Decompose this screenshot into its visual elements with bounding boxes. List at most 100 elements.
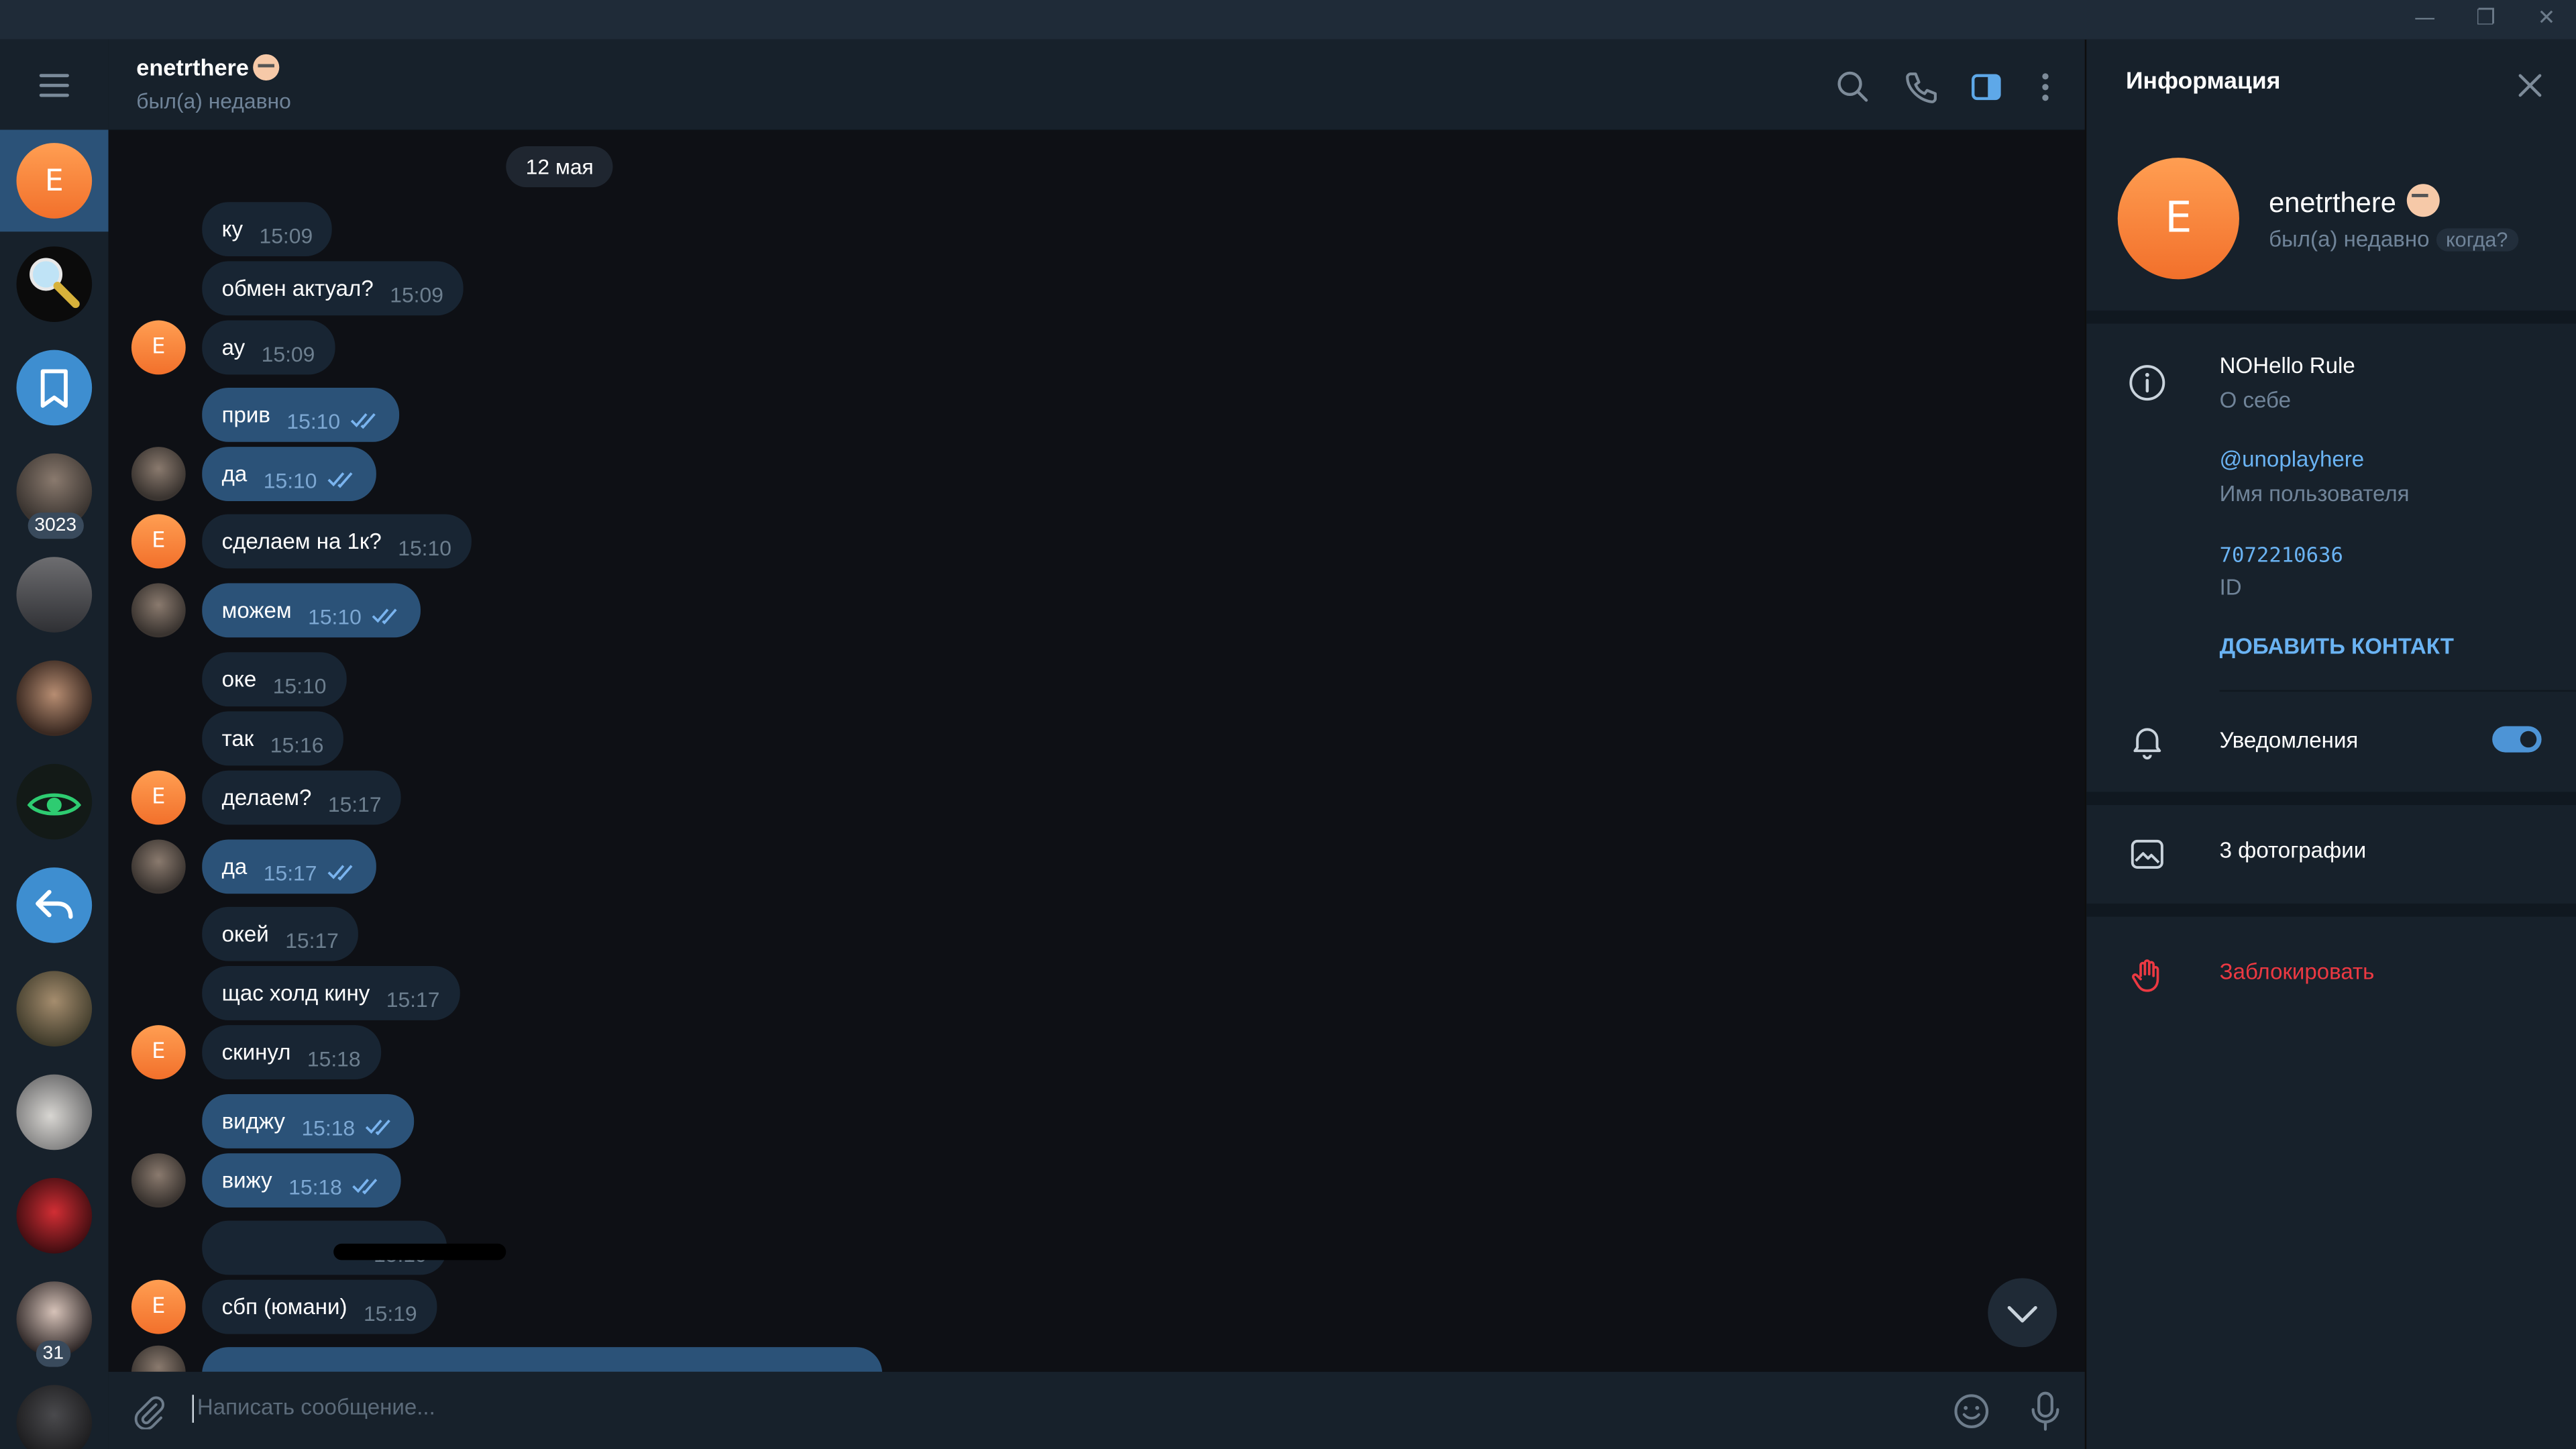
avatar[interactable]: [131, 1153, 186, 1208]
block-user-button[interactable]: Заблокировать: [2220, 959, 2375, 984]
message-incoming[interactable]: окей 15:17: [202, 906, 359, 961]
avatar[interactable]: [131, 1345, 186, 1372]
avatar: [16, 1074, 93, 1150]
double-check-icon: [350, 409, 380, 434]
message-composer: Написать сообщение...: [108, 1371, 2085, 1449]
sidebar-chat-eye[interactable]: [0, 751, 109, 853]
message-outgoing[interactable]: да 15:10: [202, 447, 376, 501]
sidebar-chat-photo-5[interactable]: [0, 1061, 109, 1163]
sidebar-saved-messages[interactable]: [0, 337, 109, 439]
unread-badge: 31: [36, 1340, 70, 1367]
avatar[interactable]: [131, 583, 186, 638]
emoji-icon[interactable]: [1951, 1391, 1991, 1438]
double-check-icon: [352, 1175, 382, 1199]
sidebar-chat-e[interactable]: E: [0, 129, 109, 232]
avatar[interactable]: E: [131, 770, 186, 825]
sidebar-chat-photo-2[interactable]: [0, 544, 109, 646]
sidebar-chat-photo-6[interactable]: [0, 1165, 109, 1267]
double-check-icon: [327, 468, 356, 493]
sidebar-chat-photo-3[interactable]: [0, 647, 109, 749]
when-badge[interactable]: когда?: [2436, 228, 2518, 252]
block-hand-icon: [2127, 956, 2167, 1002]
add-contact-button[interactable]: ДОБАВИТЬ КОНТАКТ: [2220, 634, 2454, 659]
avatar[interactable]: E: [131, 514, 186, 569]
avatar[interactable]: E: [131, 320, 186, 375]
chat-header: enetrthere был(а) недавно: [108, 39, 2085, 130]
message-input[interactable]: Написать сообщение...: [197, 1395, 435, 1419]
sidebar-chat-photo-8[interactable]: [0, 1372, 109, 1449]
reply-icon: [16, 867, 93, 943]
profile-name: enetrthere: [2269, 184, 2439, 220]
message-outgoing[interactable]: прив 15:10: [202, 387, 400, 442]
message-incoming[interactable]: ку 15:09: [202, 202, 333, 257]
bio-label: О себе: [2219, 387, 2292, 413]
section-divider: [2086, 792, 2576, 806]
microphone-icon[interactable]: [2027, 1390, 2063, 1439]
photos-link[interactable]: 3 фотографии: [2220, 838, 2367, 863]
sidebar-chat-photo-4[interactable]: [0, 958, 109, 1060]
more-vertical-icon[interactable]: [2027, 69, 2063, 105]
message-incoming[interactable]: сбп (юмани) 15:19: [202, 1279, 437, 1334]
double-check-icon: [372, 604, 401, 629]
message-outgoing[interactable]: виджу 15:18: [202, 1094, 415, 1148]
avatar: [16, 971, 93, 1047]
message-outgoing[interactable]: можем 15:10: [202, 583, 421, 638]
message-list[interactable]: 12 мая ку 15:09 обмен актуал? 15:09 E ау 15…: [108, 129, 2085, 1372]
unread-badge: 3023: [28, 513, 83, 539]
notifications-label: Уведомления: [2219, 727, 2359, 753]
user-id[interactable]: 7072210636: [2220, 542, 2343, 567]
scroll-down-button[interactable]: [1988, 1278, 2057, 1348]
message-outgoing[interactable]: да 15:17: [202, 839, 376, 894]
avatar[interactable]: E: [131, 1279, 186, 1334]
bio-text: NOHello Rule: [2219, 353, 2355, 378]
menu-icon[interactable]: [39, 74, 69, 97]
message-outgoing-partial[interactable]: [202, 1347, 883, 1372]
close-icon[interactable]: [2512, 67, 2548, 110]
minimize-button[interactable]: —: [2396, 0, 2455, 40]
nerd-emoji-icon: [2406, 184, 2439, 217]
avatar: [16, 557, 93, 633]
message-outgoing[interactable]: вижу 15:18: [202, 1153, 402, 1208]
search-icon[interactable]: [1835, 69, 1872, 105]
restore-button[interactable]: ❐: [2456, 0, 2515, 40]
message-incoming[interactable]: делаем? 15:17: [202, 770, 401, 825]
eye-icon: [16, 763, 93, 840]
date-separator: 12 мая: [506, 146, 614, 188]
divider: [2219, 690, 2576, 692]
double-check-icon: [365, 1116, 394, 1140]
avatar[interactable]: [131, 447, 186, 501]
sidebar-search-bot[interactable]: [0, 233, 109, 335]
chat-title[interactable]: enetrthere: [136, 54, 280, 81]
phone-icon[interactable]: [1902, 69, 1939, 105]
message-incoming[interactable]: оке 15:10: [202, 652, 346, 707]
message-incoming[interactable]: скинул 15:18: [202, 1025, 381, 1079]
avatar: [16, 660, 93, 737]
message-incoming[interactable]: щас холд кину 15:17: [202, 966, 460, 1020]
avatar: E: [16, 143, 93, 219]
sidebar-toggle-icon[interactable]: [1968, 69, 2004, 105]
text-cursor: [192, 1395, 194, 1423]
message-incoming[interactable]: так 15:16: [202, 711, 343, 766]
message-incoming[interactable]: сделаем на 1к? 15:10: [202, 514, 472, 569]
avatar[interactable]: [131, 839, 186, 894]
sidebar-chat-reply[interactable]: [0, 854, 109, 956]
message-incoming[interactable]: обмен актуал? 15:09: [202, 261, 464, 316]
avatar: [16, 1177, 93, 1254]
double-check-icon: [327, 861, 356, 885]
sidebar-chat-photo-1[interactable]: 3023: [0, 440, 109, 542]
bell-icon: [2127, 721, 2167, 767]
sidebar-chat-photo-7[interactable]: 31: [0, 1269, 109, 1371]
message-incoming[interactable]: ау 15:09: [202, 320, 335, 375]
attach-icon[interactable]: [131, 1393, 168, 1436]
telegram-window: — ❐ ✕ E 3023 31 enetrthere был(а) недавн…: [0, 0, 2576, 1449]
user-id-label: ID: [2219, 575, 2242, 600]
username-link[interactable]: @unoplayhere: [2220, 447, 2365, 472]
close-window-button[interactable]: ✕: [2517, 0, 2576, 40]
notifications-toggle[interactable]: [2492, 726, 2542, 753]
magnifier-icon: [16, 246, 93, 323]
chat-folder-sidebar: E 3023 31: [0, 39, 109, 1449]
message-incoming-redacted[interactable]: 15:19: [202, 1220, 506, 1275]
profile-avatar[interactable]: E: [2117, 158, 2239, 280]
avatar[interactable]: E: [131, 1025, 186, 1079]
chevron-down-icon: [2007, 1305, 2037, 1323]
